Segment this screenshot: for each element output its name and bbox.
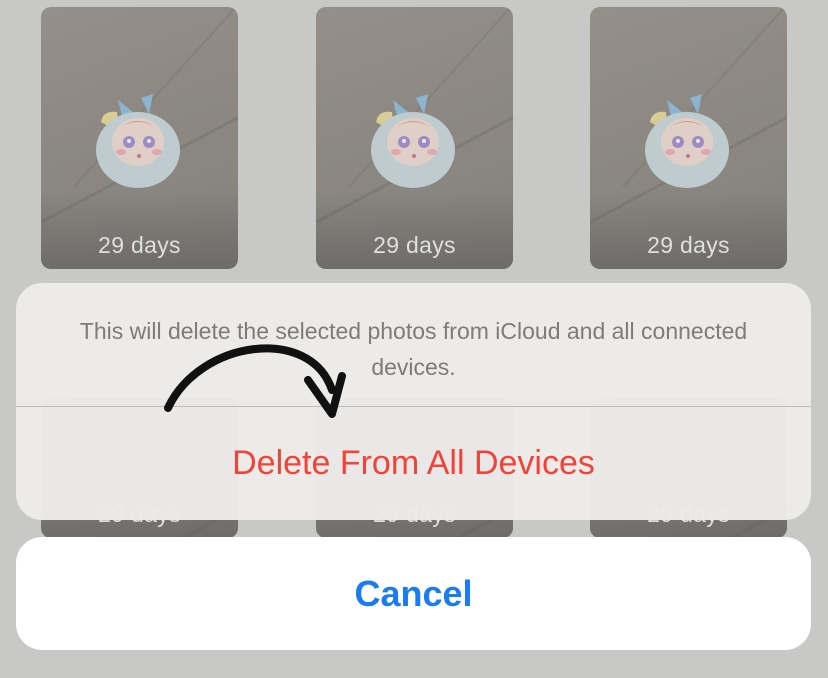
delete-from-all-devices-button[interactable]: Delete From All Devices xyxy=(16,407,811,520)
cancel-button[interactable]: Cancel xyxy=(16,537,811,650)
curved-arrow-icon xyxy=(164,344,346,418)
action-sheet: This will delete the selected photos fro… xyxy=(16,283,811,520)
